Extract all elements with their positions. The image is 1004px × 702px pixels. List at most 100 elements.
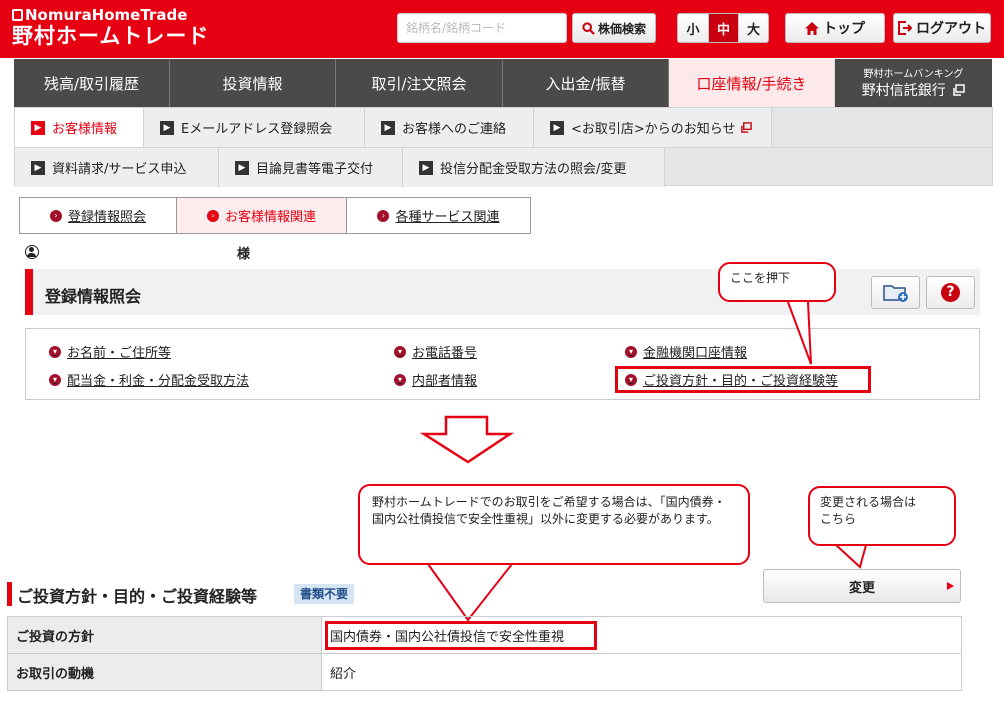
subnav-label: <お取引店>からのお知らせ [571,122,736,137]
arrow-square-icon: ▶ [31,120,45,135]
font-size-selector: 小 中 大 [677,13,769,43]
tab-label: 登録情報照会 [67,210,146,225]
subnav-email-registration[interactable]: ▶ Eメールアドレス登録照会 [144,108,365,147]
page-title-bar [25,269,980,315]
logo[interactable]: NomuraHomeTrade 野村ホームトレード [12,7,209,48]
chevron-down-icon: ▾ [394,345,406,358]
change-button-label: 変更 [848,580,875,596]
callout-press-here: ここを押下 [718,262,836,302]
bank-small-label: 野村ホームバンキング [863,69,964,80]
subnav-document-request[interactable]: ▶ 資料請求/サービス申込 [15,148,219,187]
logo-en: NomuraHomeTrade [25,6,188,24]
logo-mark-icon [12,9,23,21]
page-title: 登録情報照会 [45,287,142,306]
tab-label: お客様情報関連 [224,210,316,225]
link-dividend-method[interactable]: ▾ 配当金・利金・分配金受取方法 [49,370,249,389]
link-name-address[interactable]: ▾ お名前・ご住所等 [49,342,171,361]
subnav-label: 目論見書等電子交付 [256,162,374,177]
gnav-balance-history[interactable]: 残高/取引履歴 [14,59,170,107]
callout-change-tail [835,544,867,569]
chevron-down-icon: ▾ [49,345,61,358]
save-folder-button[interactable] [871,276,920,309]
no-document-badge: 書類不要 [294,584,355,604]
font-size-large[interactable]: 大 [738,14,768,42]
gnav-account-procedures[interactable]: 口座情報/手続き [669,59,835,107]
chevron-down-icon: ▾ [625,345,637,358]
link-bank-account[interactable]: ▾ 金融機関口座情報 [625,342,747,361]
tab-label: 各種サービス関連 [395,210,500,225]
bank-large-label: 野村信託銀行 [861,83,946,99]
font-size-small[interactable]: 小 [678,14,708,42]
stock-search-input[interactable] [397,13,567,43]
chevron-down-icon: ▾ [394,373,406,386]
global-nav: 残高/取引履歴 投資情報 取引/注文照会 入出金/振替 口座情報/手続き 野村ホ… [14,59,992,107]
arrow-square-icon: ▶ [419,160,433,175]
folder-add-icon [882,284,908,302]
gnav-nomura-trust-bank[interactable]: 野村ホームバンキング 野村信託銀行 [835,59,992,107]
arrow-square-icon: ▶ [550,120,564,135]
subnav-customer-info[interactable]: ▶ お客様情報 [15,108,144,147]
chevron-right-icon: › [377,209,390,222]
subnav-label: お客様へのご連絡 [402,122,507,137]
arrow-square-icon: ▶ [381,120,395,135]
subnav-label: お客様情報 [52,122,118,137]
link-label: お名前・ご住所等 [67,346,172,361]
section-title: ご投資方針・目的・ご投資経験等 [17,587,258,606]
external-window-icon [740,122,752,133]
logo-ja: 野村ホームトレード [12,24,210,48]
arrow-square-icon: ▶ [31,160,45,175]
subnav-branch-notices[interactable]: ▶ <お取引店>からのお知らせ [534,108,772,147]
callout-change-hint: 変更される場合は こちら [808,486,956,546]
link-label: お電話番号 [412,346,478,361]
section-accent-bar [7,582,12,606]
gnav-orders[interactable]: 取引/注文照会 [336,59,503,107]
link-insider-info[interactable]: ▾ 内部者情報 [394,370,477,389]
logout-button-label: ログアウト [916,21,986,37]
link-label: 内部者情報 [412,374,478,389]
link-label: 配当金・利金・分配金受取方法 [67,374,250,389]
user-honorific: 様 [237,247,251,262]
help-icon: ? [941,283,960,302]
callout-policy-note: 野村ホームトレードでのお取引をご希望する場合は、「国内債券・国内公社債投信で安全… [358,484,750,565]
external-window-icon [953,84,965,96]
search-icon [582,21,595,35]
chevron-right-icon: › [49,209,62,222]
help-button[interactable]: ? [926,276,975,309]
arrow-square-icon: ▶ [160,120,174,135]
top-button-label: トップ [823,21,865,37]
stock-search-label: 株価検索 [597,21,646,36]
subnav-customer-messages[interactable]: ▶ お客様へのご連絡 [365,108,534,147]
callout-note-tail [427,563,513,622]
user-icon [25,245,39,259]
change-button[interactable]: 変更 [763,569,961,603]
tab-services[interactable]: › 各種サービス関連 [346,198,530,233]
tab-registration-info[interactable]: › 登録情報照会 [20,198,176,233]
row-value: 紹介 [321,653,962,691]
header: NomuraHomeTrade 野村ホームトレード 株価検索 小 中 大 トップ… [0,0,1004,58]
logout-icon [898,21,912,35]
subnav-fund-distribution[interactable]: ▶ 投信分配金受取方法の照会/変更 [403,148,665,187]
table-row: お取引の動機 紹介 [7,653,962,691]
gnav-deposit-transfer[interactable]: 入出金/振替 [503,59,669,107]
info-tabs: › 登録情報照会 › お客様情報関連 › 各種サービス関連 [19,197,531,234]
arrow-right-icon [947,582,954,590]
stock-search-button[interactable]: 株価検索 [572,13,656,43]
link-label: 金融機関口座情報 [643,346,748,361]
sub-nav: ▶ お客様情報 ▶ Eメールアドレス登録照会 ▶ お客様へのご連絡 ▶ <お取引店>から… [14,107,993,187]
tab-customer-info[interactable]: › お客様情報関連 [176,198,346,233]
row-label: ご投資の方針 [7,616,322,654]
link-phone[interactable]: ▾ お電話番号 [394,342,477,361]
subnav-label: 資料請求/サービス申込 [52,162,187,177]
top-button[interactable]: トップ [785,13,885,43]
chevron-right-icon: › [206,209,219,222]
investment-policy-highlight [615,366,871,393]
arrow-square-icon: ▶ [235,160,249,175]
subnav-label: 投信分配金受取方法の照会/変更 [440,162,627,177]
font-size-medium[interactable]: 中 [708,14,738,42]
gnav-investment-info[interactable]: 投資情報 [170,59,336,107]
logout-button[interactable]: ログアウト [893,13,991,43]
subnav-prospectus-delivery[interactable]: ▶ 目論見書等電子交付 [219,148,403,187]
subnav-label: Eメールアドレス登録照会 [181,122,333,137]
row-label: お取引の動機 [7,653,322,691]
down-arrow-icon [419,415,515,464]
